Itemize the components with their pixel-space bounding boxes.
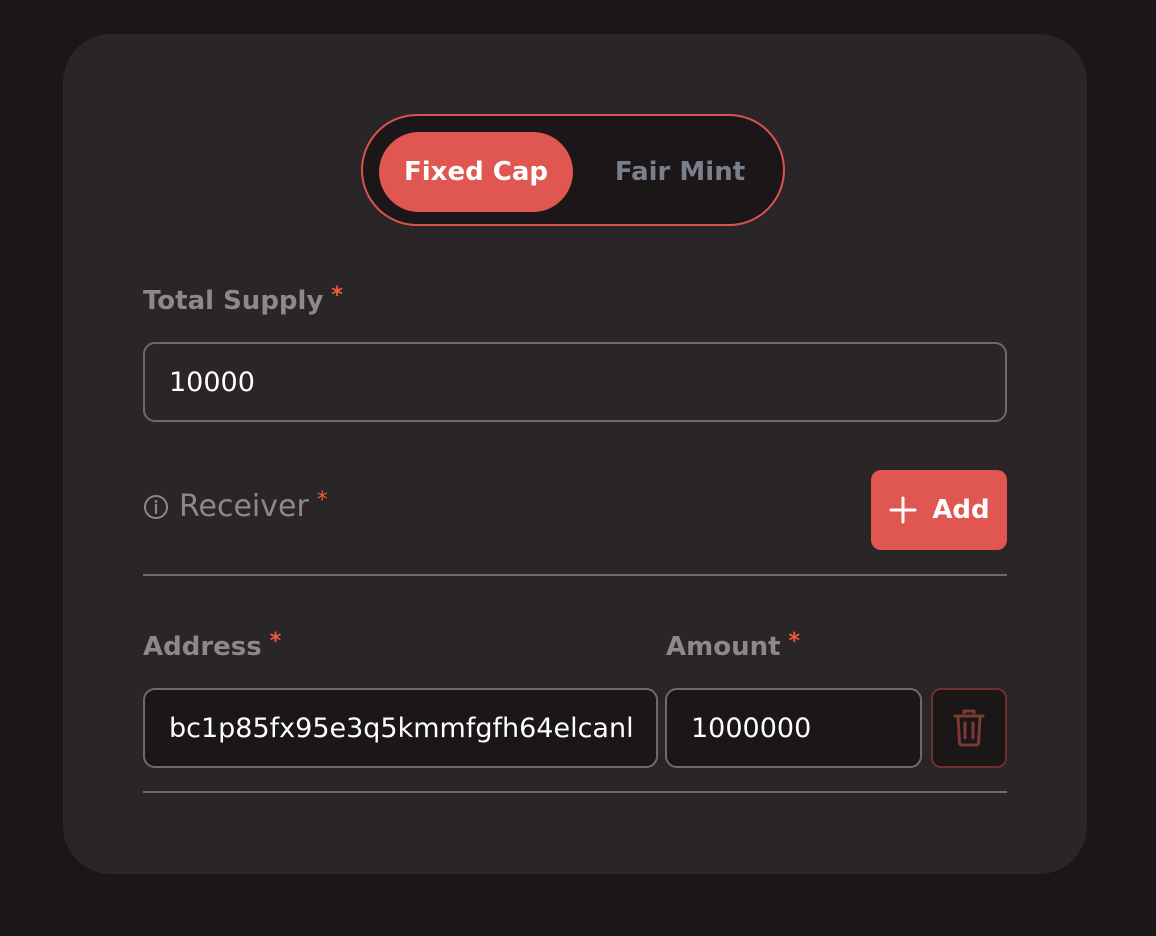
total-supply-label: Total Supply * bbox=[143, 282, 343, 317]
trash-icon bbox=[953, 709, 985, 747]
required-mark: * bbox=[269, 628, 282, 654]
delete-receiver-button[interactable] bbox=[931, 688, 1007, 768]
total-supply-label-text: Total Supply bbox=[143, 286, 324, 316]
amount-input[interactable]: 1000000 bbox=[665, 688, 922, 768]
add-receiver-button[interactable]: Add bbox=[871, 470, 1007, 550]
plus-icon bbox=[889, 496, 917, 524]
receiver-label-text: Receiver bbox=[179, 489, 309, 524]
amount-label: Amount * bbox=[666, 628, 801, 663]
address-label: Address * bbox=[143, 628, 282, 663]
fixed-cap-tab[interactable]: Fixed Cap bbox=[379, 132, 573, 212]
amount-label-text: Amount bbox=[666, 632, 781, 662]
address-label-text: Address bbox=[143, 632, 262, 662]
divider bbox=[143, 791, 1007, 793]
required-mark: * bbox=[316, 488, 328, 513]
total-supply-input[interactable]: 10000 bbox=[143, 342, 1007, 422]
required-mark: * bbox=[331, 282, 343, 308]
token-config-card: Fixed Cap Fair Mint Total Supply * 10000… bbox=[63, 34, 1087, 874]
required-mark: * bbox=[788, 628, 801, 654]
mode-toggle: Fixed Cap Fair Mint bbox=[361, 114, 785, 226]
info-circle-icon[interactable] bbox=[143, 494, 169, 520]
receiver-label: Receiver * bbox=[143, 488, 328, 524]
address-input[interactable]: bc1p85fx95e3q5kmmfgfh64elcanl bbox=[143, 688, 658, 768]
divider bbox=[143, 574, 1007, 576]
add-button-label: Add bbox=[932, 495, 990, 525]
fair-mint-tab[interactable]: Fair Mint bbox=[575, 132, 785, 212]
